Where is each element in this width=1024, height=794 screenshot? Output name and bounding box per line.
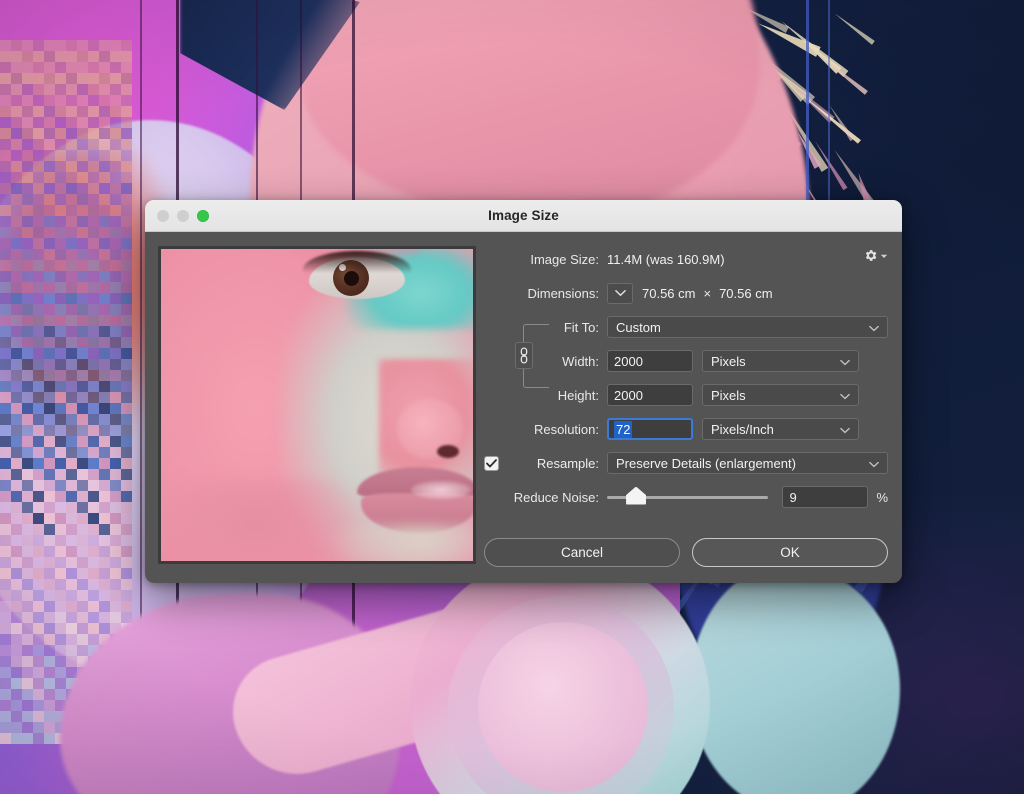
resolution-unit-value: Pixels/Inch bbox=[711, 422, 774, 437]
resample-checkbox[interactable] bbox=[484, 456, 499, 471]
resample-label: Resample: bbox=[506, 456, 607, 471]
preview-pupil bbox=[344, 271, 359, 286]
fit-to-value: Custom bbox=[616, 320, 661, 335]
row-image-size: Image Size: 11.4M (was 160.9M) bbox=[484, 246, 888, 272]
preview-chin bbox=[331, 524, 473, 561]
height-value: 2000 bbox=[614, 388, 643, 403]
reduce-noise-label: Reduce Noise: bbox=[484, 490, 607, 505]
image-size-value: 11.4M (was 160.9M) bbox=[607, 252, 725, 267]
cancel-button[interactable]: Cancel bbox=[484, 538, 680, 567]
window-controls bbox=[157, 210, 209, 222]
chevron-down-icon bbox=[840, 422, 850, 437]
height-label: Height: bbox=[484, 388, 607, 403]
dialog-body: Image Size: 11.4M (was 160.9M) Dimension… bbox=[145, 232, 902, 583]
close-button[interactable] bbox=[157, 210, 169, 222]
resample-method-select[interactable]: Preserve Details (enlargement) bbox=[607, 452, 888, 474]
checkmark-icon bbox=[486, 459, 497, 468]
chevron-down-icon bbox=[840, 354, 850, 369]
resolution-input[interactable]: 72 bbox=[607, 418, 693, 440]
row-width: Width: 2000 Pixels bbox=[484, 348, 888, 374]
slider-thumb[interactable] bbox=[626, 487, 646, 505]
width-label: Width: bbox=[484, 354, 607, 369]
width-unit-value: Pixels bbox=[711, 354, 746, 369]
resolution-label: Resolution: bbox=[484, 422, 607, 437]
resolution-value: 72 bbox=[614, 421, 632, 438]
image-size-form: Image Size: 11.4M (was 160.9M) Dimension… bbox=[476, 232, 902, 583]
image-size-label: Image Size: bbox=[484, 252, 607, 267]
width-value: 2000 bbox=[614, 354, 643, 369]
height-unit-value: Pixels bbox=[711, 388, 746, 403]
reduce-noise-value: 9 bbox=[789, 490, 796, 505]
settings-gear-icon[interactable] bbox=[863, 248, 888, 263]
reduce-noise-input[interactable]: 9 bbox=[782, 486, 868, 508]
chain-link-icon[interactable] bbox=[515, 342, 533, 369]
reduce-noise-slider-wrap: 9 % bbox=[607, 486, 888, 508]
dimensions-label: Dimensions: bbox=[484, 286, 607, 301]
preview-canvas[interactable] bbox=[161, 249, 473, 561]
image-preview[interactable] bbox=[158, 246, 476, 564]
zoom-button[interactable] bbox=[197, 210, 209, 222]
chevron-down-icon bbox=[869, 320, 879, 335]
ok-button[interactable]: OK bbox=[692, 538, 888, 567]
width-input[interactable]: 2000 bbox=[607, 350, 693, 372]
width-unit-select[interactable]: Pixels bbox=[702, 350, 859, 372]
chevron-down-icon bbox=[840, 388, 850, 403]
resolution-unit-select[interactable]: Pixels/Inch bbox=[702, 418, 859, 440]
resample-method-value: Preserve Details (enlargement) bbox=[616, 456, 796, 471]
row-reduce-noise: Reduce Noise: 9 % bbox=[484, 484, 888, 510]
minimize-button[interactable] bbox=[177, 210, 189, 222]
fit-to-label: Fit To: bbox=[484, 320, 607, 335]
row-resample: Resample: Preserve Details (enlargement) bbox=[484, 450, 888, 476]
preview-lip-gloss bbox=[411, 481, 471, 499]
fit-to-select[interactable]: Custom bbox=[607, 316, 888, 338]
dimensions-height-value: 70.56 cm bbox=[719, 286, 772, 301]
gear-dropdown-arrow bbox=[880, 252, 888, 260]
dialog-titlebar[interactable]: Image Size bbox=[145, 200, 902, 232]
dimensions-separator: × bbox=[703, 286, 711, 301]
row-dimensions: Dimensions: 70.56 cm × 70.56 cm bbox=[484, 280, 888, 306]
height-unit-select[interactable]: Pixels bbox=[702, 384, 859, 406]
screen: Image Size bbox=[0, 0, 1024, 794]
preview-nostril bbox=[437, 445, 459, 458]
image-size-dialog: Image Size bbox=[145, 200, 902, 583]
row-resolution: Resolution: 72 Pixels/Inch bbox=[484, 416, 888, 442]
dialog-buttons: Cancel OK bbox=[484, 538, 888, 567]
height-input[interactable]: 2000 bbox=[607, 384, 693, 406]
chevron-down-icon bbox=[869, 456, 879, 471]
dimensions-chevron-down-icon[interactable] bbox=[607, 283, 633, 304]
dialog-title: Image Size bbox=[145, 208, 902, 223]
row-height: Height: 2000 Pixels bbox=[484, 382, 888, 408]
reduce-noise-slider[interactable] bbox=[607, 496, 768, 499]
reduce-noise-unit: % bbox=[876, 490, 888, 505]
dimensions-width-value: 70.56 cm bbox=[642, 286, 695, 301]
row-fit-to: Fit To: Custom bbox=[484, 314, 888, 340]
